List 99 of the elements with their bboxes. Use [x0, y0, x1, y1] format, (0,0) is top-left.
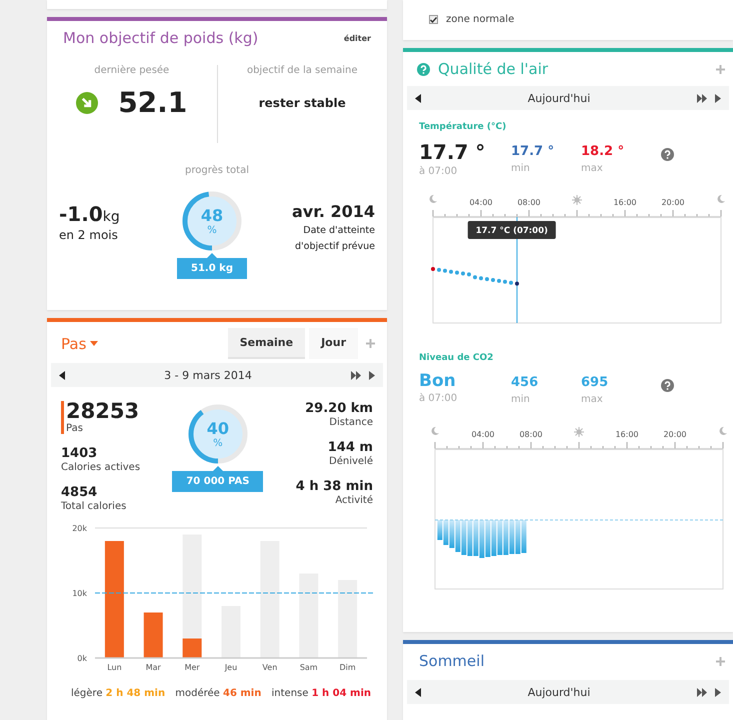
time-label: 08:00: [519, 430, 543, 439]
weight-value: 52.1: [118, 86, 188, 119]
ring-unit: %: [213, 438, 223, 449]
time-label: 20:00: [663, 430, 687, 439]
date-caption: Date d'atteinte d'objectif prévue: [294, 224, 375, 254]
period-label: Aujourd'hui: [526, 686, 592, 698]
sun-icon: [572, 194, 582, 206]
progress-ring: [186, 403, 249, 465]
y-tick-label: 10k: [72, 589, 87, 598]
steps-indicator: [61, 401, 64, 434]
section-title: Température (°C): [419, 122, 506, 132]
card-title: Mon objectif de poids (kg): [63, 29, 258, 47]
stat-label: Total calories: [61, 501, 126, 512]
x-tick-label: Jeu: [224, 663, 238, 672]
reading-time: à 07:00: [419, 393, 458, 404]
y-tick-label: 0k: [77, 654, 87, 663]
min-label: min: [511, 163, 530, 174]
stat-value: 144 m: [328, 440, 373, 455]
fast-forward-icon[interactable]: [351, 370, 361, 380]
bar: [144, 612, 163, 658]
current-value: Bon: [419, 371, 456, 391]
stat-label: Pas: [66, 423, 83, 434]
min-value: 456: [511, 375, 538, 390]
max-label: max: [581, 394, 603, 405]
stat-value: 4 h 38 min: [296, 479, 373, 494]
steps-value: 28253: [66, 401, 140, 421]
y-tick-label: 20k: [72, 524, 87, 533]
card-title: Qualité de l'air: [438, 60, 548, 78]
help-icon[interactable]: [661, 148, 674, 161]
period-tab[interactable]: Semaine: [228, 328, 306, 359]
pointer-icon: [212, 466, 223, 471]
intensity-label: intense 1 h 04 min: [272, 688, 371, 699]
x-tick-label: Sam: [300, 663, 318, 672]
moon-icon: [430, 194, 437, 203]
next-icon[interactable]: [715, 94, 721, 102]
sun-icon: [574, 426, 584, 438]
intensity-label: légère 2 h 48 min: [71, 688, 166, 699]
ring-value: 40: [206, 419, 230, 438]
stat-label: objectif de la semaine: [246, 65, 358, 76]
stat-label: Activité: [335, 495, 373, 506]
bar: [222, 606, 240, 658]
pointer-icon: [207, 253, 217, 258]
x-tick-label: Mar: [146, 663, 161, 672]
min-value: 17.7 °: [511, 144, 554, 159]
checkbox[interactable]: [429, 15, 438, 24]
time-label: 16:00: [615, 430, 639, 439]
max-value: 695: [581, 375, 608, 390]
help-icon[interactable]: [417, 62, 430, 76]
help-icon[interactable]: [661, 379, 674, 392]
time-label: 20:00: [661, 198, 685, 207]
section-title: Niveau de CO2: [419, 353, 494, 363]
stat-value: 1403: [61, 446, 98, 461]
progress-ring: [181, 190, 243, 252]
period-tab[interactable]: Jour: [309, 328, 358, 359]
card-title: Sommeil: [419, 652, 484, 670]
stat-label: Calories actives: [61, 462, 140, 473]
time-label: 16:00: [613, 198, 637, 207]
tooltip-text: 17.7 °C (07:00): [476, 226, 548, 236]
time-label: 08:00: [517, 198, 541, 207]
moon-icon: [432, 426, 439, 435]
x-tick-label: Lun: [107, 663, 122, 672]
previous-icon[interactable]: [415, 688, 421, 696]
change-period: en 2 mois: [59, 228, 118, 242]
previous-icon[interactable]: [59, 370, 65, 380]
period-label: 3 - 9 mars 2014: [163, 368, 253, 382]
stat-label: Distance: [329, 417, 373, 428]
caret-icon[interactable]: [90, 341, 98, 346]
next-icon[interactable]: [369, 370, 375, 380]
checkbox-label: zone normale: [446, 14, 514, 25]
stat-value: 4854: [61, 485, 98, 500]
previous-icon[interactable]: [415, 94, 421, 102]
x-tick-label: Dim: [339, 663, 356, 672]
stat-label: dernière pesée: [94, 65, 170, 76]
intensity-label: modérée 46 min: [175, 688, 262, 699]
moon-icon: [718, 194, 725, 203]
x-tick-label: Ven: [262, 663, 278, 672]
min-label: min: [511, 394, 530, 405]
reading-time: à 07:00: [419, 166, 458, 177]
period-label: Aujourd'hui: [526, 92, 592, 104]
ring-value: 48: [200, 206, 224, 225]
section-label: progrès total: [184, 165, 249, 176]
max-label: max: [581, 163, 603, 174]
weight-change: -1.0kg: [59, 202, 120, 226]
target-date: avr. 2014: [292, 202, 375, 221]
next-icon[interactable]: [715, 688, 721, 696]
stat-value: 29.20 km: [305, 401, 373, 416]
edit-link[interactable]: éditer: [344, 34, 371, 42]
ring-unit: %: [207, 225, 217, 236]
max-value: 18.2 °: [581, 144, 624, 159]
time-label: 04:00: [469, 198, 493, 207]
moon-icon: [720, 426, 727, 435]
fast-forward-icon[interactable]: [697, 94, 707, 102]
x-tick-label: Mer: [184, 663, 200, 672]
target-weight-badge: 51.0 kg: [177, 258, 247, 279]
time-label: 04:00: [471, 430, 495, 439]
fast-forward-icon[interactable]: [697, 688, 707, 696]
stat-label: Dénivelé: [329, 456, 373, 467]
current-value: 17.7 °: [419, 140, 486, 164]
goal-value: rester stable: [258, 96, 346, 110]
